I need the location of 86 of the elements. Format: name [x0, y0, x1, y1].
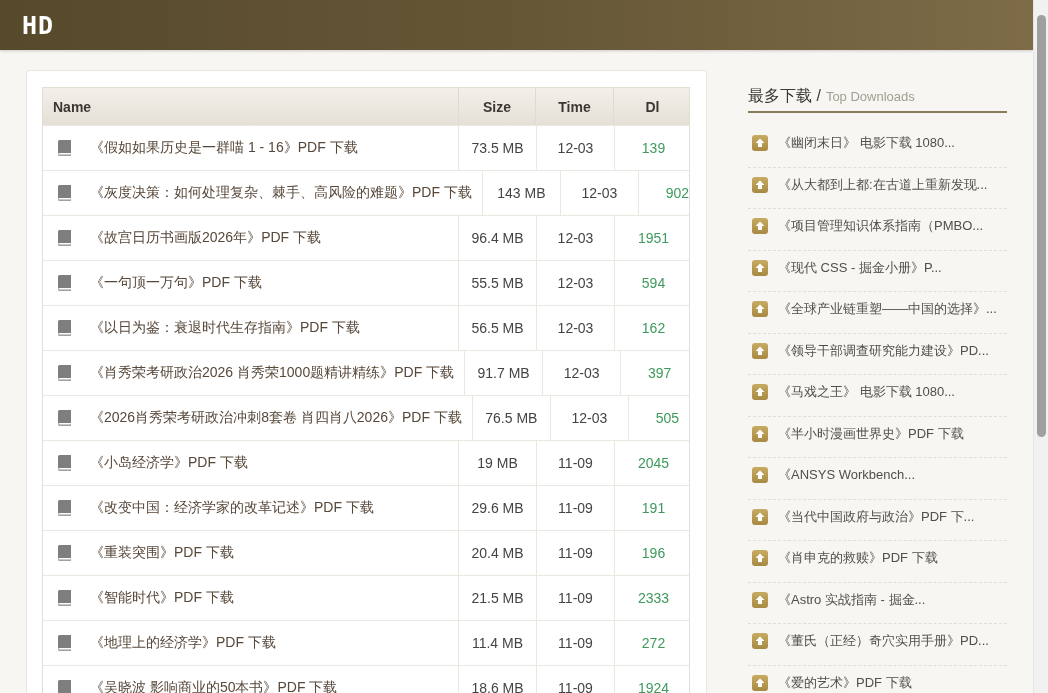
size-cell: 73.5 MB: [459, 126, 537, 170]
date-cell: 12-03: [543, 351, 622, 395]
top-download-link[interactable]: 《全球产业链重塑——中国的选择》...: [778, 300, 997, 319]
top-download-link[interactable]: 《马戏之王》 电影下载 1080...: [778, 383, 955, 402]
book-icon: [57, 590, 72, 606]
size-cell: 19 MB: [459, 441, 537, 485]
size-cell: 21.5 MB: [459, 576, 537, 620]
book-title-link[interactable]: 《改变中国：经济学家的改革记述》PDF 下载: [90, 499, 374, 517]
book-title-link[interactable]: 《小岛经济学》PDF 下载: [90, 454, 248, 472]
download-count-cell-text: 397: [646, 364, 673, 383]
download-count-cell-text: 272: [640, 634, 667, 653]
top-download-link[interactable]: 《半小时漫画世界史》PDF 下载: [778, 424, 964, 443]
book-icon: [57, 275, 72, 291]
size-cell: 143 MB: [482, 171, 561, 215]
date-cell: 12-03: [560, 171, 639, 215]
column-header: Name: [43, 88, 459, 125]
book-icon: [57, 365, 72, 381]
top-download-link[interactable]: 《从大都到上都:在古道上重新发现...: [778, 175, 988, 194]
download-count-cell-text: 196: [640, 544, 667, 563]
download-count-cell-text: 191: [640, 499, 667, 518]
book-icon: [57, 545, 72, 561]
book-icon: [57, 635, 72, 651]
book-title-link[interactable]: 《地理上的经济学》PDF 下载: [90, 634, 276, 652]
sidebar-subtitle: Top Downloads: [825, 89, 915, 104]
top-download-link[interactable]: 《ANSYS Workbench...: [778, 466, 916, 485]
book-icon: [57, 185, 72, 201]
site-logo[interactable]: HD: [22, 12, 55, 38]
date-cell: 12-03: [537, 306, 615, 350]
top-download-link[interactable]: 《肖申克的救赎》PDF 下载: [778, 549, 938, 568]
book-icon: [57, 320, 72, 336]
book-icon: [57, 455, 72, 471]
top-download-link[interactable]: 《爱的艺术》PDF 下载: [778, 673, 912, 692]
size-cell: 29.6 MB: [459, 486, 537, 530]
top-download-link[interactable]: 《项目管理知识体系指南（PMBO...: [778, 217, 984, 236]
size-cell: 11.4 MB: [459, 621, 537, 665]
download-count-cell-text: 1951: [636, 229, 671, 248]
book-title-link[interactable]: 《肖秀荣考研政治2026 肖秀荣1000题精讲精练》PDF 下载: [90, 364, 455, 382]
top-download-link[interactable]: 《当代中国政府与政治》PDF 下...: [778, 507, 975, 526]
book-icon: [57, 410, 72, 426]
size-cell: 18.6 MB: [459, 666, 537, 693]
size-cell: 56.5 MB: [459, 306, 537, 350]
size-cell: 76.5 MB: [472, 396, 551, 440]
download-count-cell-text: 2333: [636, 589, 671, 608]
book-icon: [57, 500, 72, 516]
download-count-cell-text: 1924: [636, 679, 671, 693]
top-download-link[interactable]: 《董氏（正经）奇穴实用手册》PD...: [778, 632, 989, 651]
date-cell: 12-03: [537, 261, 615, 305]
book-icon: [57, 230, 72, 246]
top-download-link[interactable]: 《领导干部调查研究能力建设》PD...: [778, 341, 989, 360]
book-title-link[interactable]: 《假如如果历史是一群喵 1 - 16》PDF 下载: [90, 139, 358, 157]
book-title-link[interactable]: 《一句顶一万句》PDF 下载: [90, 274, 262, 292]
date-cell: 11-09: [537, 666, 615, 693]
download-count-cell-text: 139: [640, 139, 667, 158]
book-title-link[interactable]: 《重装突围》PDF 下载: [90, 544, 234, 562]
top-download-link[interactable]: 《现代 CSS - 掘金小册》P...: [778, 258, 942, 277]
column-header: Dl: [644, 97, 661, 117]
book-title-link[interactable]: 《故宫日历书画版2026年》PDF 下载: [90, 229, 322, 247]
size-cell: 20.4 MB: [459, 531, 537, 575]
scrollbar-thumb[interactable]: [1036, 15, 1046, 437]
date-cell: 12-03: [537, 126, 615, 170]
top-download-link[interactable]: 《Astro 实战指南 - 掘金...: [778, 590, 926, 609]
date-cell: 11-09: [537, 441, 615, 485]
download-count-cell-text: 2045: [636, 454, 671, 473]
book-icon: [57, 140, 72, 156]
size-cell: 96.4 MB: [459, 216, 537, 260]
book-title-link[interactable]: 《以日为鉴：衰退时代生存指南》PDF 下载: [90, 319, 360, 337]
sidebar-title: 最多下载 /: [748, 86, 821, 106]
date-cell: 11-09: [537, 621, 615, 665]
date-cell: 11-09: [537, 576, 615, 620]
size-cell: 55.5 MB: [459, 261, 537, 305]
download-count-cell-text: 505: [654, 409, 681, 428]
download-count-cell-text: 594: [640, 274, 667, 293]
download-count-cell-text: 162: [640, 319, 667, 338]
date-cell: 12-03: [550, 396, 629, 440]
date-cell: 11-09: [537, 486, 615, 530]
column-header: Size: [459, 88, 536, 125]
date-cell: 11-09: [537, 531, 615, 575]
book-title-link[interactable]: 《2026肖秀荣考研政治冲刺8套卷 肖四肖八2026》PDF 下载: [90, 409, 462, 427]
top-download-link[interactable]: 《幽闭末日》 电影下载 1080...: [778, 134, 955, 153]
download-count-cell-text: 902: [664, 184, 691, 203]
size-cell: 91.7 MB: [465, 351, 544, 395]
book-title-link[interactable]: 《智能时代》PDF 下载: [90, 589, 234, 607]
book-title-link[interactable]: 《灰度决策：如何处理复杂、棘手、高风险的难题》PDF 下载: [90, 184, 472, 202]
date-cell: 12-03: [537, 216, 615, 260]
book-icon: [57, 680, 72, 693]
column-header: Time: [536, 88, 614, 125]
